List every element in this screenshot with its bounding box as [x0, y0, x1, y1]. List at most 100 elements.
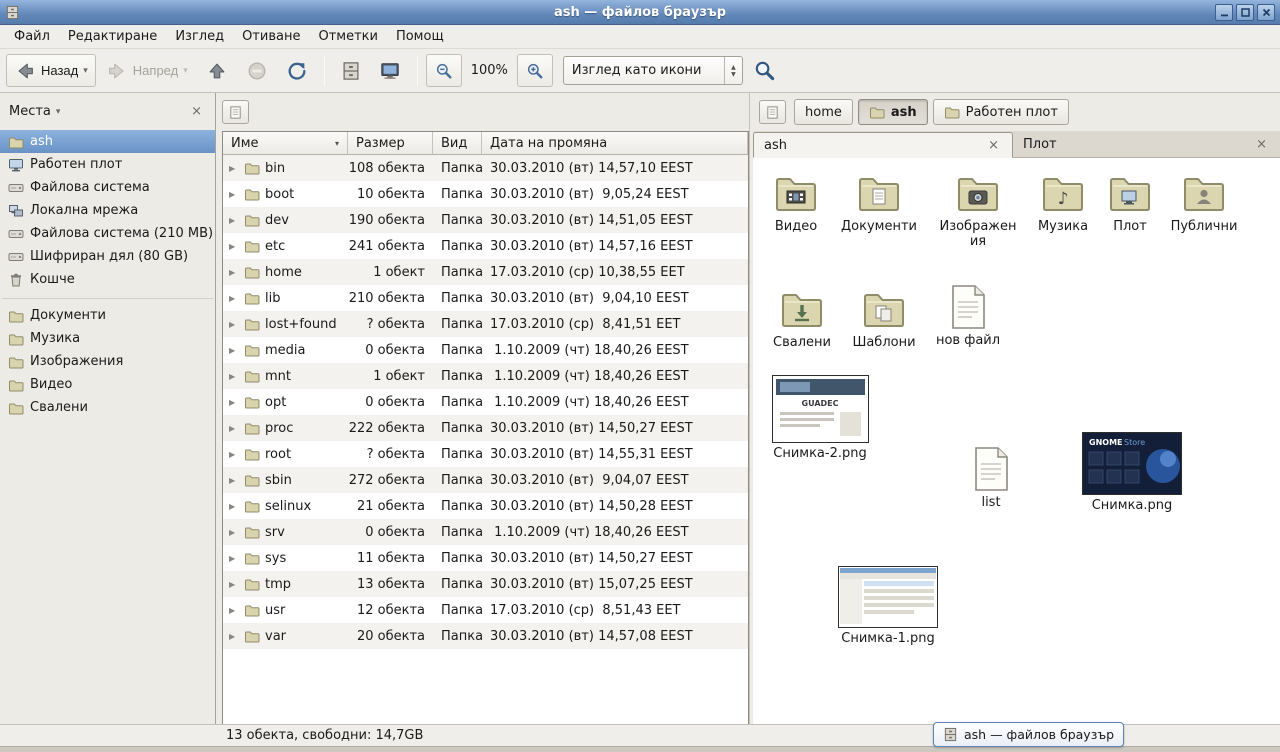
chevron-down-icon[interactable]: ▾	[83, 65, 88, 76]
sidebar-item[interactable]: Локална мрежа	[0, 199, 215, 222]
icon-view-item[interactable]: нов файл	[930, 284, 1006, 348]
expander-icon[interactable]: ▶	[229, 346, 239, 355]
table-row[interactable]: ▶opt0 обектаПапка 1.10.2009 (чт) 18,40,2…	[223, 389, 748, 415]
table-row[interactable]: ▶home1 обектПапка17.03.2010 (ср) 10,38,5…	[223, 259, 748, 285]
taskbar-window-button[interactable]: ash — файлов браузър	[933, 722, 1124, 747]
expander-icon[interactable]: ▶	[229, 632, 239, 641]
minimize-button[interactable]	[1215, 4, 1233, 21]
zoom-out-button[interactable]	[426, 54, 462, 87]
view-mode-select[interactable]: Изглед като икони ▲▼	[563, 56, 743, 85]
home-button[interactable]	[333, 54, 369, 87]
icon-view-item[interactable]: Шаблони	[845, 284, 923, 350]
column-header[interactable]: Дата на промяна	[482, 132, 748, 155]
zoom-in-button[interactable]	[517, 54, 553, 87]
location-toggle-button[interactable]	[222, 100, 249, 124]
icon-view-item[interactable]: Снимка-1.png	[835, 566, 941, 646]
icon-view-item[interactable]: Видео	[757, 168, 835, 234]
table-row[interactable]: ▶dev190 обектаПапка30.03.2010 (вт) 14,51…	[223, 207, 748, 233]
table-row[interactable]: ▶media0 обектаПапка 1.10.2009 (чт) 18,40…	[223, 337, 748, 363]
breadcrumb-button[interactable]: ash	[858, 99, 928, 125]
menu-item[interactable]: Изглед	[166, 25, 233, 48]
menu-item[interactable]: Отметки	[309, 25, 386, 48]
icon-view-item[interactable]: GUADECСнимка-2.png	[770, 375, 870, 461]
reload-button[interactable]	[278, 54, 316, 87]
sidebar-item[interactable]: Свалени	[0, 396, 215, 419]
icon-view-item[interactable]: ♪Музика	[1025, 168, 1101, 234]
expander-icon[interactable]: ▶	[229, 320, 239, 329]
back-button[interactable]: Назад ▾	[6, 54, 96, 87]
sidebar-item[interactable]: Шифриран дял (80 GB)	[0, 245, 215, 268]
icon-view-item[interactable]: Свалени	[763, 284, 841, 350]
icon-view-item[interactable]: Документи	[840, 168, 918, 234]
table-row[interactable]: ▶etc241 обектаПапка30.03.2010 (вт) 14,57…	[223, 233, 748, 259]
expander-icon[interactable]: ▶	[229, 606, 239, 615]
table-row[interactable]: ▶lib210 обектаПапка30.03.2010 (вт) 9,04,…	[223, 285, 748, 311]
menu-item[interactable]: Отиване	[233, 25, 309, 48]
table-row[interactable]: ▶root? обектаПапка30.03.2010 (вт) 14,55,…	[223, 441, 748, 467]
table-row[interactable]: ▶lost+found? обектаПапка17.03.2010 (ср) …	[223, 311, 748, 337]
table-row[interactable]: ▶proc222 обектаПапка30.03.2010 (вт) 14,5…	[223, 415, 748, 441]
table-row[interactable]: ▶sbin272 обектаПапка30.03.2010 (вт) 9,04…	[223, 467, 748, 493]
stop-button[interactable]	[238, 54, 276, 87]
titlebar[interactable]: ash — файлов браузър	[0, 0, 1280, 25]
column-header[interactable]: Размер	[348, 132, 433, 155]
expander-icon[interactable]: ▶	[229, 190, 239, 199]
table-row[interactable]: ▶mnt1 обектПапка 1.10.2009 (чт) 18,40,26…	[223, 363, 748, 389]
expander-icon[interactable]: ▶	[229, 476, 239, 485]
table-row[interactable]: ▶srv0 обектаПапка 1.10.2009 (чт) 18,40,2…	[223, 519, 748, 545]
forward-button[interactable]: Напред ▾	[98, 54, 196, 87]
expander-icon[interactable]: ▶	[229, 268, 239, 277]
sidebar-item[interactable]: Работен плот	[0, 153, 215, 176]
table-row[interactable]: ▶selinux21 обектаПапка30.03.2010 (вт) 14…	[223, 493, 748, 519]
close-button[interactable]	[1257, 4, 1275, 21]
expander-icon[interactable]: ▶	[229, 580, 239, 589]
breadcrumb-button[interactable]: home	[794, 99, 853, 125]
sidebar-item[interactable]: Музика	[0, 327, 215, 350]
tab-1[interactable]: Плот×	[1013, 131, 1280, 157]
icon-view-item[interactable]: Изображения	[938, 168, 1018, 249]
menu-item[interactable]: Помощ	[387, 25, 453, 48]
combo-spinner-icon[interactable]: ▲▼	[724, 57, 742, 84]
icon-view[interactable]: ВидеоДокументиИзображения♪МузикаПлотПубл…	[753, 158, 1280, 724]
sidebar-item[interactable]: Файлова система	[0, 176, 215, 199]
sidebar-item[interactable]: Документи	[0, 304, 215, 327]
table-row[interactable]: ▶boot10 обектаПапка30.03.2010 (вт) 9,05,…	[223, 181, 748, 207]
computer-button[interactable]	[371, 54, 409, 87]
tab-close-icon[interactable]: ×	[1253, 137, 1270, 152]
icon-view-item[interactable]: GNOMEStoreСнимка.png	[1079, 432, 1185, 513]
expander-icon[interactable]: ▶	[229, 528, 239, 537]
sidebar-item[interactable]: Видео	[0, 373, 215, 396]
places-selector[interactable]: Места	[9, 104, 51, 119]
table-row[interactable]: ▶tmp13 обектаПапка30.03.2010 (вт) 15,07,…	[223, 571, 748, 597]
menu-item[interactable]: Редактиране	[59, 25, 166, 48]
expander-icon[interactable]: ▶	[229, 450, 239, 459]
tab-0[interactable]: ash×	[753, 132, 1013, 158]
breadcrumb-button[interactable]: Работен плот	[933, 99, 1069, 125]
expander-icon[interactable]: ▶	[229, 164, 239, 173]
expander-icon[interactable]: ▶	[229, 372, 239, 381]
expander-icon[interactable]: ▶	[229, 216, 239, 225]
menu-item[interactable]: Файл	[5, 25, 59, 48]
up-button[interactable]	[198, 54, 236, 87]
sidebar-item[interactable]: Изображения	[0, 350, 215, 373]
search-button[interactable]	[745, 54, 784, 87]
sidebar-close-icon[interactable]: ×	[187, 103, 206, 120]
expander-icon[interactable]: ▶	[229, 398, 239, 407]
expander-icon[interactable]: ▶	[229, 242, 239, 251]
column-header[interactable]: Име▾	[223, 132, 348, 155]
sidebar-item[interactable]: Файлова система (210 MB)	[0, 222, 215, 245]
expander-icon[interactable]: ▶	[229, 294, 239, 303]
column-header[interactable]: Вид	[433, 132, 482, 155]
icon-view-item[interactable]: list	[953, 446, 1029, 510]
expander-icon[interactable]: ▶	[229, 424, 239, 433]
sidebar-item[interactable]: Кошче	[0, 268, 215, 291]
icon-view-item[interactable]: Плот	[1092, 168, 1168, 234]
table-row[interactable]: ▶usr12 обектаПапка17.03.2010 (ср) 8,51,4…	[223, 597, 748, 623]
location-toggle-button[interactable]	[759, 100, 786, 124]
table-row[interactable]: ▶bin108 обектаПапка30.03.2010 (вт) 14,57…	[223, 155, 748, 181]
sidebar-item[interactable]: ash	[0, 130, 215, 153]
tab-close-icon[interactable]: ×	[985, 138, 1002, 153]
sort-indicator-icon[interactable]: ▾	[335, 139, 339, 148]
table-row[interactable]: ▶sys11 обектаПапка30.03.2010 (вт) 14,50,…	[223, 545, 748, 571]
expander-icon[interactable]: ▶	[229, 554, 239, 563]
